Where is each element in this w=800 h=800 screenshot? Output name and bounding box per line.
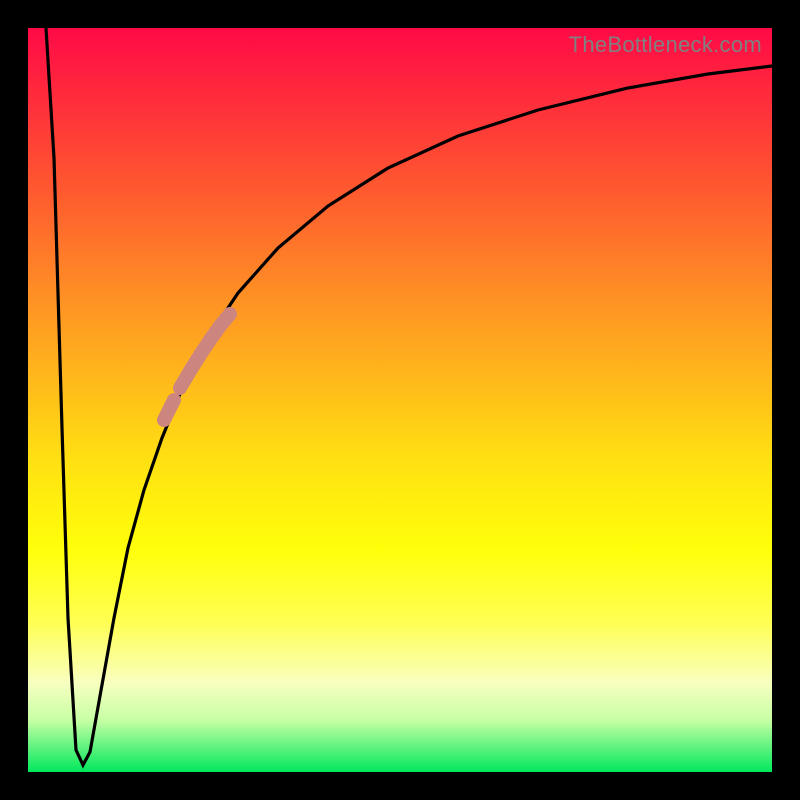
curve-layer (28, 28, 772, 772)
plot-area: TheBottleneck.com (28, 28, 772, 772)
highlight-segment-upper (180, 314, 230, 388)
highlight-segment-lower (164, 400, 174, 420)
bottleneck-curve (46, 28, 772, 765)
chart-frame: TheBottleneck.com (0, 0, 800, 800)
